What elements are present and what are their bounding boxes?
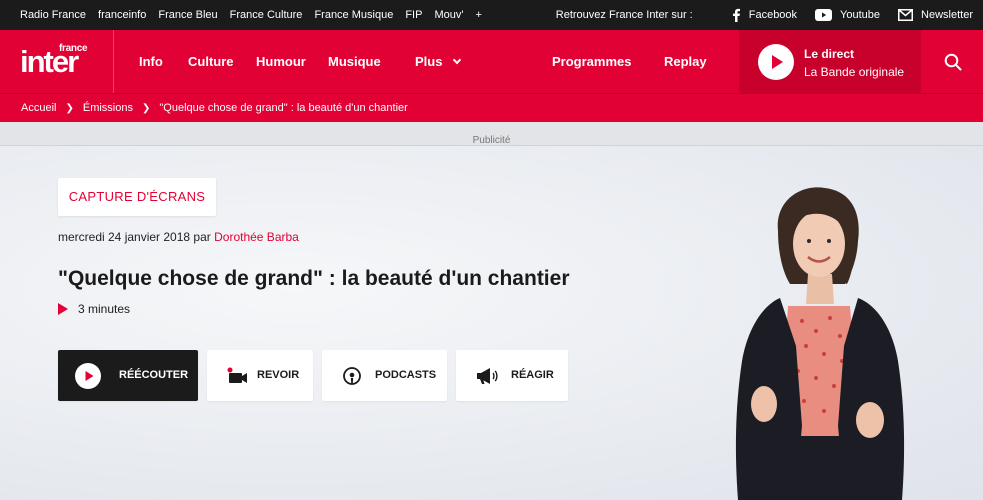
logo-wordmark: inter bbox=[20, 44, 79, 79]
social-links: Retrouvez France Inter sur : Facebook Yo… bbox=[556, 0, 973, 30]
episode-duration: 3 minutes bbox=[58, 302, 130, 316]
presenter-photo bbox=[735, 187, 905, 500]
video-camera-icon bbox=[227, 367, 247, 383]
youtube-label: Youtube bbox=[840, 9, 881, 21]
play-triangle-icon bbox=[58, 303, 68, 315]
live-program: La Bande originale bbox=[804, 65, 905, 79]
mail-icon bbox=[898, 9, 914, 21]
nav-item-info[interactable]: Info bbox=[139, 30, 163, 93]
episode-author[interactable]: Dorothée Barba bbox=[214, 230, 299, 244]
podcast-icon bbox=[343, 367, 361, 385]
facebook-label: Facebook bbox=[748, 9, 798, 21]
network-links: Radio France franceinfo France Bleu Fran… bbox=[20, 0, 482, 30]
nav-item-musique[interactable]: Musique bbox=[328, 30, 381, 93]
main-navigation: france inter Info Culture Humour Musique… bbox=[0, 30, 983, 93]
network-link-radio-france[interactable]: Radio France bbox=[20, 9, 86, 21]
episode-hero: CAPTURE D'ÉCRANS mercredi 24 janvier 201… bbox=[0, 146, 983, 500]
watch-again-button[interactable]: REVOIR bbox=[207, 350, 313, 401]
episode-date: mercredi 24 janvier 2018 bbox=[58, 230, 191, 244]
podcasts-button[interactable]: PODCASTS bbox=[322, 350, 447, 401]
youtube-link[interactable]: Youtube bbox=[815, 9, 880, 21]
megaphone-icon bbox=[477, 368, 498, 384]
network-link-france-musique[interactable]: France Musique bbox=[314, 9, 393, 21]
play-icon bbox=[75, 363, 101, 389]
listen-again-label: RÉÉCOUTER bbox=[119, 369, 189, 381]
network-link-more[interactable]: + bbox=[475, 9, 481, 21]
france-inter-logo[interactable]: france inter bbox=[0, 30, 114, 93]
chevron-down-icon bbox=[453, 55, 462, 65]
network-bar: Radio France franceinfo France Bleu Fran… bbox=[0, 0, 983, 30]
newsletter-link[interactable]: Newsletter bbox=[898, 9, 973, 21]
nav-item-culture[interactable]: Culture bbox=[188, 30, 234, 93]
live-title: Le direct bbox=[804, 47, 855, 61]
network-link-france-culture[interactable]: France Culture bbox=[230, 9, 303, 21]
listen-again-button[interactable]: RÉÉCOUTER bbox=[58, 350, 198, 401]
play-icon bbox=[758, 44, 794, 80]
breadcrumb-emissions[interactable]: Émissions bbox=[83, 102, 133, 114]
nav-item-plus[interactable]: Plus bbox=[415, 30, 462, 93]
react-label: RÉAGIR bbox=[511, 369, 554, 381]
nav-item-plus-label: Plus bbox=[415, 54, 443, 69]
episode-meta: mercredi 24 janvier 2018 par Dorothée Ba… bbox=[58, 230, 299, 244]
live-player-button[interactable]: Le direct La Bande originale bbox=[739, 30, 921, 93]
social-label: Retrouvez France Inter sur : bbox=[555, 9, 693, 21]
breadcrumb-home[interactable]: Accueil bbox=[21, 102, 56, 114]
network-link-fip[interactable]: FIP bbox=[405, 9, 422, 21]
facebook-icon bbox=[732, 8, 740, 22]
newsletter-label: Newsletter bbox=[921, 9, 973, 21]
search-button[interactable] bbox=[921, 30, 983, 93]
episode-title: "Quelque chose de grand" : la beauté d'u… bbox=[58, 267, 570, 290]
breadcrumb-current: "Quelque chose de grand" : la beauté d'u… bbox=[159, 102, 408, 114]
breadcrumb: Accueil ❯ Émissions ❯ "Quelque chose de … bbox=[0, 93, 983, 122]
episode-by: par bbox=[193, 230, 211, 244]
chevron-right-icon: ❯ bbox=[65, 102, 74, 114]
watch-again-label: REVOIR bbox=[257, 369, 300, 381]
show-tag[interactable]: CAPTURE D'ÉCRANS bbox=[58, 178, 216, 216]
nav-item-humour[interactable]: Humour bbox=[256, 30, 306, 93]
ad-label: Publicité bbox=[0, 122, 983, 146]
podcasts-label: PODCASTS bbox=[375, 369, 437, 381]
react-button[interactable]: RÉAGIR bbox=[456, 350, 568, 401]
chevron-right-icon: ❯ bbox=[141, 102, 151, 114]
network-link-franceinfo[interactable]: franceinfo bbox=[98, 9, 146, 21]
nav-item-replay[interactable]: Replay bbox=[664, 30, 707, 93]
network-link-mouv[interactable]: Mouv' bbox=[434, 9, 463, 21]
youtube-icon bbox=[815, 9, 833, 21]
network-link-france-bleu[interactable]: France Bleu bbox=[158, 9, 217, 21]
search-icon bbox=[944, 53, 962, 71]
episode-duration-label: 3 minutes bbox=[78, 302, 131, 316]
facebook-link[interactable]: Facebook bbox=[731, 8, 797, 22]
nav-item-programmes[interactable]: Programmes bbox=[552, 30, 631, 93]
